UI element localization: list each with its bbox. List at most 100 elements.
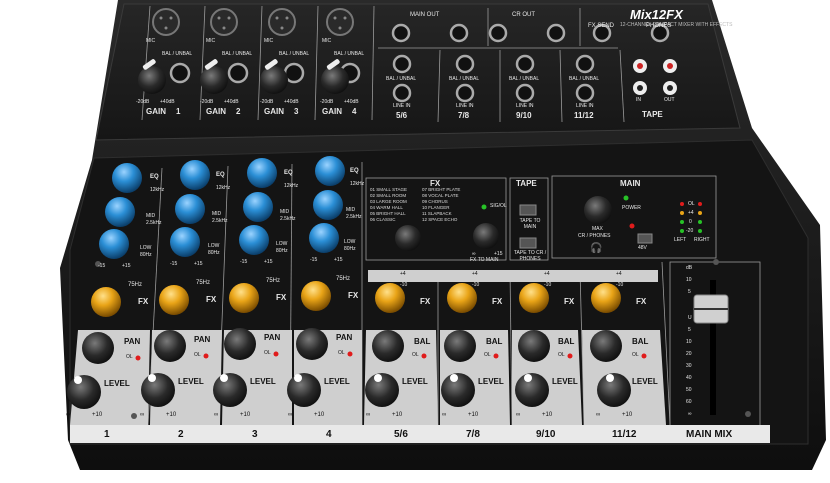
cr-phones-knob: [584, 196, 612, 224]
meter-label-0: 0: [689, 219, 692, 225]
fader-scale-mark: 20: [686, 351, 692, 357]
level-min-7-8: ∞: [442, 412, 447, 418]
tape-in-label: IN: [636, 97, 641, 103]
fader-scale-mark: 10: [686, 339, 692, 345]
gain-min-1: -20dB: [136, 99, 150, 105]
minus10-label-1: -10: [400, 282, 408, 288]
channel-number-5-6: 5/6: [394, 429, 408, 440]
gain-knob-2: [200, 66, 228, 94]
hpf-label-4: 75Hz: [336, 276, 351, 282]
mid-freq-1: 2.5kHz: [146, 220, 162, 226]
hi-freq-3: 12kHz: [284, 183, 299, 189]
gain-number-3: 3: [294, 107, 299, 116]
eq-range-max-3: +15: [264, 259, 273, 265]
fader-scale-mark: U: [688, 315, 692, 321]
bal-label-7-8: BAL: [486, 337, 503, 346]
pan-label-2: PAN: [194, 335, 211, 344]
fader-scale-mark: ∞: [688, 411, 692, 417]
fx-preset: 12 SPACE ECHO: [422, 217, 458, 222]
level-max-2: +10: [166, 412, 177, 418]
mid-label-4: MID: [346, 207, 356, 213]
low-label-3: LOW: [276, 241, 288, 247]
minus10-label-2: -10: [472, 282, 480, 288]
gain-max-4: +40dB: [344, 99, 359, 105]
fader-scale-mark: 50: [686, 387, 692, 393]
level-label-3: LEVEL: [250, 377, 276, 386]
level-min-2: ∞: [140, 412, 145, 418]
tape-rear-label: TAPE: [642, 110, 663, 119]
gain-label-1: GAIN: [146, 107, 166, 116]
gain-max-1: +40dB: [160, 99, 175, 105]
level-max-11-12: +10: [622, 412, 633, 418]
headphones-icon: 🎧: [590, 243, 603, 254]
gain-max-3: +40dB: [284, 99, 299, 105]
level-min-5-6: ∞: [366, 412, 371, 418]
low-freq-4: 80Hz: [344, 246, 356, 252]
eq-range-max-1: +15: [122, 263, 131, 269]
low-label-1: LOW: [140, 245, 152, 251]
level-max-4: +10: [314, 412, 325, 418]
channel-number-11-12: 11/12: [612, 429, 637, 440]
level-label-11-12: LEVEL: [632, 377, 658, 386]
eq-range-min-4: -15: [310, 257, 318, 263]
pan-label-3: PAN: [264, 333, 281, 342]
plus4-label-3: +4: [544, 271, 550, 277]
fader-scale-mark: 30: [686, 363, 692, 369]
cr-out-l-jack: [488, 23, 508, 43]
eq-range-min-2: -15: [170, 261, 178, 267]
stereo-top-panel: [368, 270, 658, 282]
fx-send-label-9-10: FX: [564, 297, 575, 306]
fader-scale-mark: 5: [688, 327, 691, 333]
mid-label-3: MID: [280, 209, 290, 215]
gain-number-2: 2: [236, 107, 241, 116]
fader-scale-mark: 5: [688, 289, 691, 295]
level-max-9-10: +10: [542, 412, 553, 418]
mic-label-2: MIC: [206, 38, 216, 44]
stereo-number-2: 7/8: [458, 111, 470, 120]
eq-label-3: EQ: [284, 170, 293, 176]
meter-label-plus4: +4: [688, 210, 694, 216]
fx-to-main-label: FX TO MAIN: [470, 257, 499, 263]
brand-tagline: 12-CHANNEL COMPACT MIXER WITH EFFECTS: [620, 22, 733, 28]
eq-range-min-3: -15: [240, 259, 248, 265]
main-out-l-jack: [391, 23, 411, 43]
mid-label-2: MID: [212, 211, 222, 217]
meter-right-label: RIGHT: [694, 237, 710, 243]
phantom-label: 48V: [638, 245, 647, 251]
phantom-48v-button: [637, 233, 653, 244]
plus4-label-1: +4: [400, 271, 406, 277]
fader-scale-mark: dB: [686, 265, 693, 271]
xlr-input-4: [326, 8, 354, 36]
channel-number-1: 1: [104, 429, 110, 440]
cr-out-label: CR OUT: [512, 12, 535, 18]
mic-label-1: MIC: [146, 38, 156, 44]
gain-label-3: GAIN: [264, 107, 284, 116]
eq-range-max-2: +15: [194, 261, 203, 267]
meter-label-minus20: -20: [686, 228, 694, 234]
level-label-2: LEVEL: [178, 377, 204, 386]
phantom-led: [629, 223, 635, 229]
stereo-bal-label-4: BAL / UNBAL: [569, 76, 600, 82]
gain-min-2: -20dB: [200, 99, 214, 105]
minus10-label-3: -10: [544, 282, 552, 288]
tape-to-cr-label: TAPE TO CR / PHONES: [513, 250, 547, 262]
mid-freq-2: 2.5kHz: [212, 218, 228, 224]
hi-freq-2: 12kHz: [216, 185, 231, 191]
tape-to-main-label: TAPE TO MAIN: [519, 218, 541, 230]
gain-number-1: 1: [176, 107, 181, 116]
hpf-label-2: 75Hz: [196, 280, 211, 286]
fx-send-label-11-12: FX: [636, 297, 647, 306]
gain-knob-1: [138, 66, 166, 94]
phones-label: PHONES: [646, 23, 672, 29]
line-jack-1: [169, 62, 191, 84]
eq-label-1: EQ: [150, 174, 159, 180]
ol-label-11-12: OL: [632, 352, 639, 358]
sig-ol-label: SIG/OL: [490, 203, 507, 209]
gain-label-2: GAIN: [206, 107, 226, 116]
mid-freq-3: 2.5kHz: [280, 216, 296, 222]
gain-min-4: -20dB: [320, 99, 334, 105]
stereo-line-in-4: LINE IN: [576, 103, 594, 109]
stereo-line-in-3: LINE IN: [516, 103, 534, 109]
tape-to-main-button: [519, 204, 537, 216]
eq-range-max-4: +15: [334, 257, 343, 263]
